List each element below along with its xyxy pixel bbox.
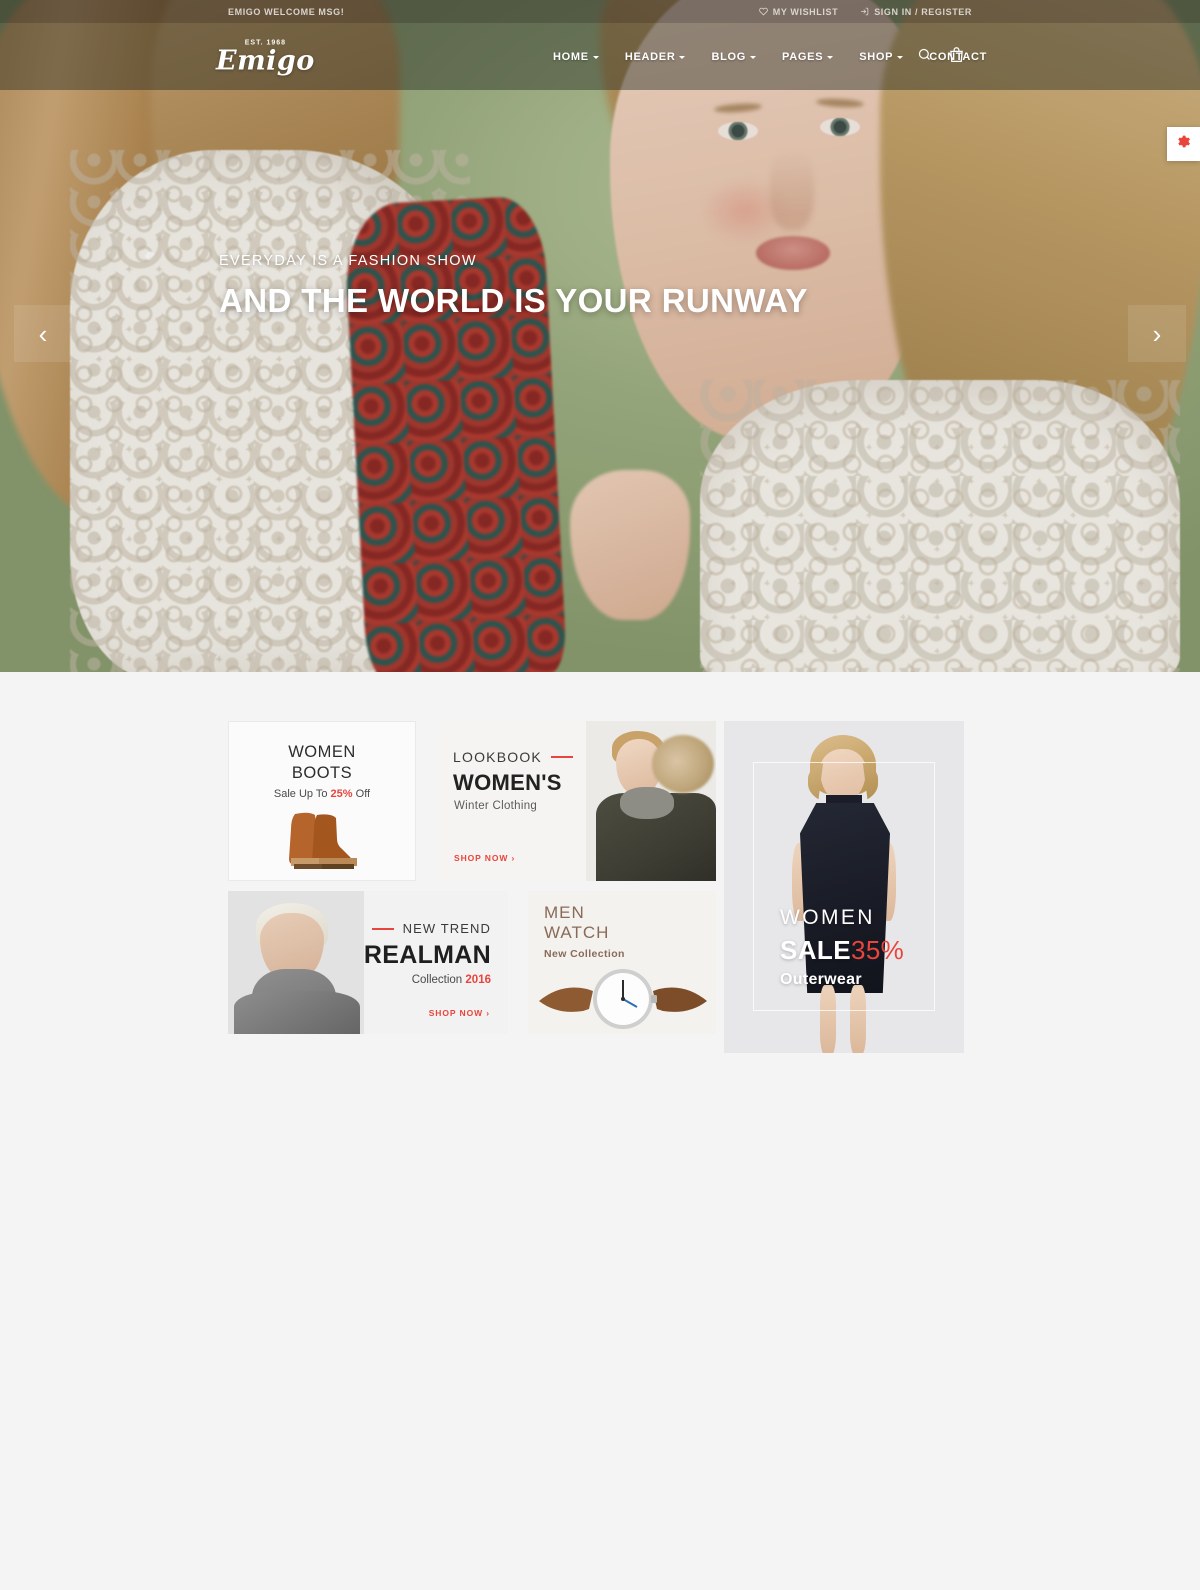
nav-label-shop: SHOP [859,50,894,63]
lookbook-shop-now-link[interactable]: SHOP NOW › [454,853,515,863]
promo-banner-grid: WOMEN BOOTS Sale Up To 25% Off LOOKBOOK … [228,672,964,1053]
boots-sale-suffix: Off [352,788,371,801]
theme-settings-button[interactable] [1167,127,1200,161]
signin-register-link[interactable]: SIGN IN / REGISTER [860,7,972,17]
boots-sale-percent: 25% [330,788,353,801]
nav-item-home[interactable]: HOME [540,51,612,63]
main-content: WOMEN BOOTS Sale Up To 25% Off LOOKBOOK … [0,672,1200,1053]
welcome-message: EMIGO WELCOME MSG! [228,6,345,17]
banner-women-boots[interactable]: WOMEN BOOTS Sale Up To 25% Off [228,721,416,881]
signin-label: SIGN IN / REGISTER [874,6,972,17]
hero-copy: EVERYDAY IS A FASHION SHOW AND THE WORLD… [219,253,808,320]
realman-model-image [228,891,364,1034]
sale-percent: 35% [850,935,905,965]
top-bar: EMIGO WELCOME MSG! MY WISHLIST SIGN IN /… [0,0,1200,23]
nav-item-blog[interactable]: BLOG [698,51,769,63]
banner-realman[interactable]: NEW TREND REALMAN Collection 2016 SHOP N… [228,891,508,1034]
hero-section: EMIGO WELCOME MSG! MY WISHLIST SIGN IN /… [0,0,1200,672]
boots-sale-prefix: Sale Up To [273,788,331,801]
heart-icon [759,7,768,16]
nav-label-blog: BLOG [711,50,747,63]
boots-line2: BOOTS [291,763,353,782]
banner-men-watch[interactable]: MEN WATCH New Collection [528,891,716,1034]
logo-established-text: EST. 1968 [244,39,287,46]
hero-subtitle: EVERYDAY IS A FASHION SHOW [219,253,477,269]
nav-label-pages: PAGES [782,50,824,63]
wishlist-label: MY WISHLIST [772,6,839,17]
site-logo[interactable]: EST. 1968 Emigo [216,39,315,74]
gear-icon [1176,134,1191,154]
login-icon [860,7,869,16]
lookbook-eyebrow: LOOKBOOK [453,749,542,765]
banner-women-sale[interactable]: WOMEN SALE 35% Outerwear [724,721,964,1053]
chevron-down-icon [750,56,757,59]
nav-label-header: HEADER [624,50,676,63]
nav-label-home: HOME [553,50,589,63]
chevron-down-icon [679,56,686,59]
hero-prev-button[interactable]: ‹ [14,305,72,362]
realman-shop-now-link[interactable]: SHOP NOW › [429,1008,490,1018]
lookbook-dash [550,756,573,758]
hero-background-image [0,0,1200,672]
watch-line2: WATCH [544,923,610,943]
realman-eyebrow: NEW TREND [402,921,491,936]
lookbook-model-image [586,721,716,881]
hero-title: AND THE WORLD IS YOUR RUNWAY [219,282,808,319]
watch-product-image [539,969,707,1029]
boots-product-image [289,812,357,869]
watch-line1: MEN [544,903,585,922]
banner-lookbook-womens[interactable]: LOOKBOOK WOMEN'S Winter Clothing SHOP NO… [436,721,716,881]
shopping-bag-icon[interactable] [949,46,964,68]
watch-subtitle: New Collection [544,947,625,960]
sale-label: SALE [780,935,851,965]
hero-next-arrow-glyph: › [1152,318,1162,349]
logo-wordmark: Emigo [216,45,315,76]
hero-prev-arrow-glyph: ‹ [38,318,48,349]
boots-line1: WOMEN [288,743,356,761]
realman-collection-label: Collection [411,974,466,986]
hero-next-button[interactable]: › [1128,305,1186,362]
nav-item-shop[interactable]: SHOP [846,51,916,63]
wishlist-link[interactable]: MY WISHLIST [759,7,838,17]
chevron-down-icon [592,56,599,59]
nav-icon-group [917,46,964,68]
main-navigation-bar: EST. 1968 Emigo HOME HEADER BLOG PAGES S… [0,23,1200,90]
chevron-down-icon [897,56,904,59]
search-icon[interactable] [917,47,932,67]
sale-outerwear-label: Outerwear [780,971,862,988]
nav-item-header[interactable]: HEADER [612,51,699,63]
realman-title: REALMAN [363,941,491,969]
chevron-down-icon [827,56,834,59]
realman-dash [371,927,394,930]
sale-women-label: WOMEN [780,906,875,929]
realman-collection-year: 2016 [465,974,491,986]
nav-item-pages[interactable]: PAGES [769,51,846,63]
